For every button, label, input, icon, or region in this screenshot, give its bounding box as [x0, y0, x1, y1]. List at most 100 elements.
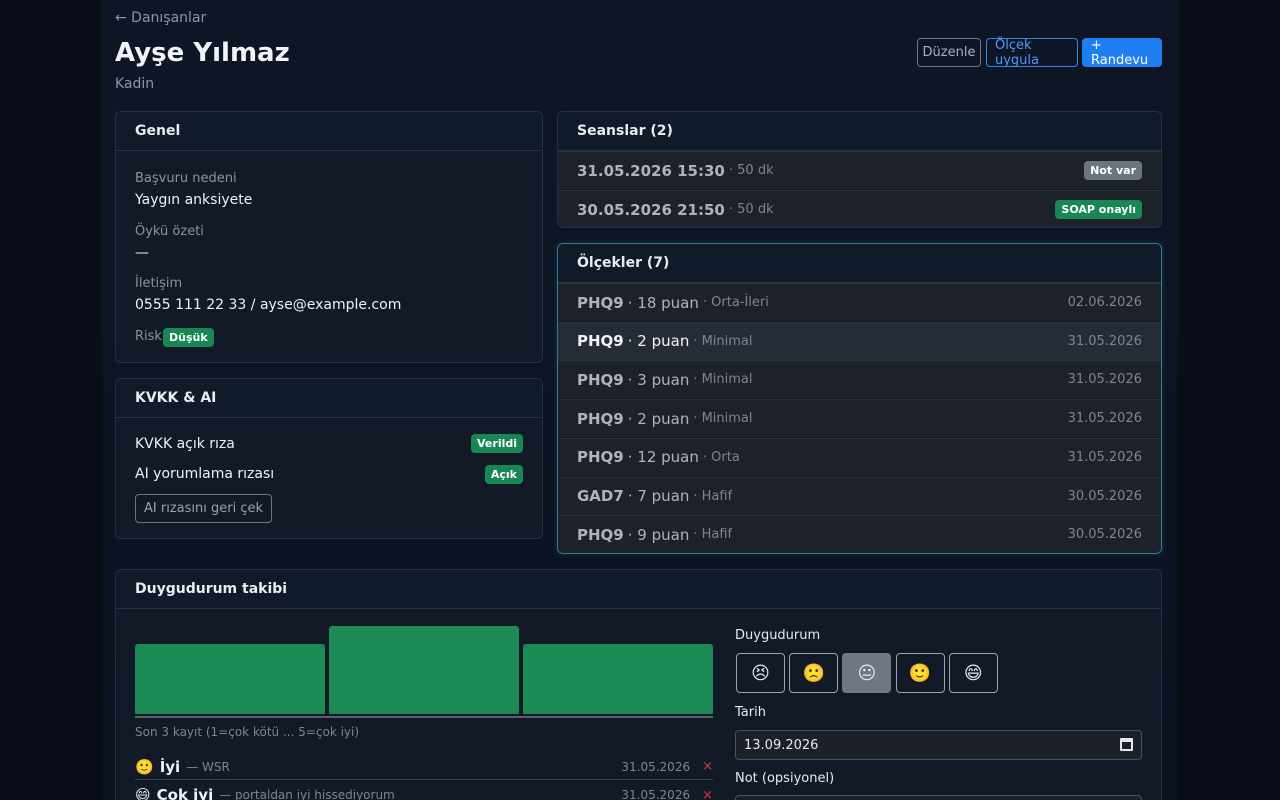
general-card-title: Genel	[116, 112, 542, 151]
scale-date: 02.06.2026	[1067, 295, 1142, 310]
sessions-card-title: Seanslar (2)	[558, 112, 1161, 151]
note-input[interactable]	[735, 795, 1142, 800]
ai-consent-label: AI yorumlama rızası	[135, 466, 275, 482]
reason-label: Başvuru nedeni	[135, 171, 237, 186]
scale-date: 30.05.2026	[1067, 527, 1142, 543]
risk-label: Risk	[135, 329, 162, 344]
date-label: Tarih	[735, 705, 766, 720]
session-duration: · 50 dk	[728, 163, 774, 178]
scale-row[interactable]: PHQ9 · 18 puan · Orta-İleri 02.06.2026	[558, 283, 1161, 321]
reason-value: Yaygın anksiyete	[135, 192, 253, 208]
scale-level: · Orta	[702, 449, 740, 465]
scale-score: · 12 puan	[627, 448, 699, 467]
mood-entry-label: İyi	[159, 757, 181, 776]
mood-entry-note: — WSR	[186, 759, 230, 774]
mood-option-button[interactable]: 🙂	[895, 653, 945, 693]
scale-name: PHQ9	[577, 448, 624, 467]
mood-emoji-icon: 🙂	[135, 757, 154, 776]
session-datetime: 30.05.2026 21:50	[577, 200, 725, 219]
mood-emoji-icon: 😄	[135, 786, 151, 800]
general-card: Genel Başvuru nedeni Yaygın anksiyete Öy…	[115, 111, 543, 363]
client-gender: Kadin	[115, 76, 155, 92]
mood-entry-note: — portaldan iyi hissediyorum	[219, 788, 395, 800]
session-row[interactable]: 30.05.2026 21:50 · 50 dk SOAP onaylı	[558, 190, 1161, 227]
scale-name: PHQ9	[577, 409, 624, 428]
chart-caption: Son 3 kayıt (1=çok kötü ... 5=çok iyi)	[135, 725, 360, 739]
scale-row[interactable]: PHQ9 · 2 puan · Minimal 31.05.2026	[558, 399, 1161, 438]
date-value: 13.09.2026	[744, 737, 819, 753]
scale-score: · 7 puan	[627, 487, 690, 505]
scale-score: · 2 puan	[627, 409, 690, 428]
mood-bar	[135, 643, 325, 714]
scale-level: · Hafif	[693, 527, 733, 543]
kvkk-consent-label: KVKK açık rıza	[135, 436, 235, 452]
chart-baseline	[135, 716, 713, 718]
ai-consent-badge: Açık	[484, 465, 523, 484]
session-datetime: 31.05.2026 15:30	[577, 161, 725, 180]
mood-card-title: Duygudurum takibi	[116, 570, 1161, 609]
delete-entry-icon[interactable]: ×	[702, 788, 713, 800]
calendar-icon[interactable]	[1120, 738, 1133, 751]
scale-level: · Hafif	[693, 488, 733, 504]
mood-entry: 🙂 İyi — WSR 31.05.2026 ×	[135, 754, 713, 780]
scale-level: · Minimal	[693, 411, 753, 427]
date-input[interactable]: 13.09.2026	[735, 730, 1142, 760]
session-badge: Not var	[1084, 161, 1142, 180]
scale-date: 31.05.2026	[1067, 372, 1142, 388]
scale-date: 31.05.2026	[1067, 333, 1142, 349]
scale-date: 31.05.2026	[1067, 449, 1142, 465]
history-label: Öykü özeti	[135, 224, 204, 239]
mood-entry-date: 31.05.2026	[621, 759, 691, 774]
scale-level: · Minimal	[693, 372, 753, 388]
scale-date: 30.05.2026	[1067, 488, 1142, 504]
scale-date: 31.05.2026	[1067, 411, 1142, 427]
contact-label: İletişim	[135, 276, 183, 291]
scale-name: PHQ9	[577, 293, 624, 312]
scale-level: · Orta-İleri	[702, 295, 769, 310]
mood-option-button[interactable]: 😄	[948, 653, 998, 693]
mood-bar	[523, 643, 713, 714]
scale-row[interactable]: PHQ9 · 2 puan · Minimal 31.05.2026	[558, 321, 1161, 360]
mood-option-button[interactable]: 😐	[842, 653, 892, 693]
delete-entry-icon[interactable]: ×	[702, 759, 713, 774]
mood-entry: 😄 Çok iyi — portaldan iyi hissediyorum 3…	[135, 783, 713, 800]
scale-name: GAD7	[577, 487, 624, 505]
scale-score: · 9 puan	[627, 525, 690, 544]
mood-entry-date: 31.05.2026	[621, 788, 691, 800]
scale-name: PHQ9	[577, 332, 624, 351]
scale-row[interactable]: PHQ9 · 12 puan · Orta 31.05.2026	[558, 437, 1161, 476]
scale-name: PHQ9	[577, 525, 624, 544]
session-duration: · 50 dk	[728, 202, 774, 217]
contact-value: 0555 111 22 33 / ayse@example.com	[135, 297, 402, 313]
note-label: Not (opsiyonel)	[735, 771, 835, 786]
back-link[interactable]: ← Danışanlar	[115, 10, 206, 26]
consent-card-title: KVKK & AI	[116, 379, 542, 418]
apply-scale-button[interactable]: Ölçek uygula	[986, 38, 1078, 68]
kvkk-consent-badge: Verildi	[471, 434, 523, 453]
mood-option-button[interactable]: 😣	[736, 653, 785, 693]
scales-card: Ölçekler (7) PHQ9 · 18 puan · Orta-İleri 02…	[557, 243, 1162, 554]
scale-name: PHQ9	[577, 370, 624, 389]
revoke-ai-consent-button[interactable]: AI rızasını geri çek	[135, 494, 272, 523]
session-badge: SOAP onaylı	[1055, 200, 1142, 219]
scale-row[interactable]: GAD7 · 7 puan · Hafif 30.05.2026	[558, 476, 1161, 515]
mood-option-button[interactable]: 🙁	[789, 653, 839, 693]
mood-bar	[329, 626, 519, 714]
mood-entry-label: Çok iyi	[156, 786, 214, 800]
scale-level: · Minimal	[693, 333, 753, 349]
sessions-card: Seanslar (2) 31.05.2026 15:30 · 50 dk No…	[557, 111, 1162, 228]
scales-card-title: Ölçekler (7)	[558, 244, 1161, 283]
edit-button[interactable]: Düzenle	[917, 38, 981, 67]
session-row[interactable]: 31.05.2026 15:30 · 50 dk Not var	[558, 151, 1161, 189]
scale-row[interactable]: PHQ9 · 9 puan · Hafif 30.05.2026	[558, 515, 1161, 553]
scale-row[interactable]: PHQ9 · 3 puan · Minimal 31.05.2026	[558, 360, 1161, 399]
scale-score: · 2 puan	[627, 332, 690, 351]
mood-label: Duygudurum	[735, 628, 821, 643]
consent-card: KVKK & AI KVKK açık rıza Verildi AI yoru…	[115, 378, 543, 539]
scale-score: · 18 puan	[627, 293, 699, 312]
client-name: Ayşe Yılmaz	[115, 38, 290, 68]
scale-score: · 3 puan	[627, 370, 690, 389]
new-appointment-button[interactable]: + Randevu	[1082, 38, 1162, 68]
risk-badge: Düşük	[163, 328, 214, 347]
history-value: —	[135, 245, 149, 261]
